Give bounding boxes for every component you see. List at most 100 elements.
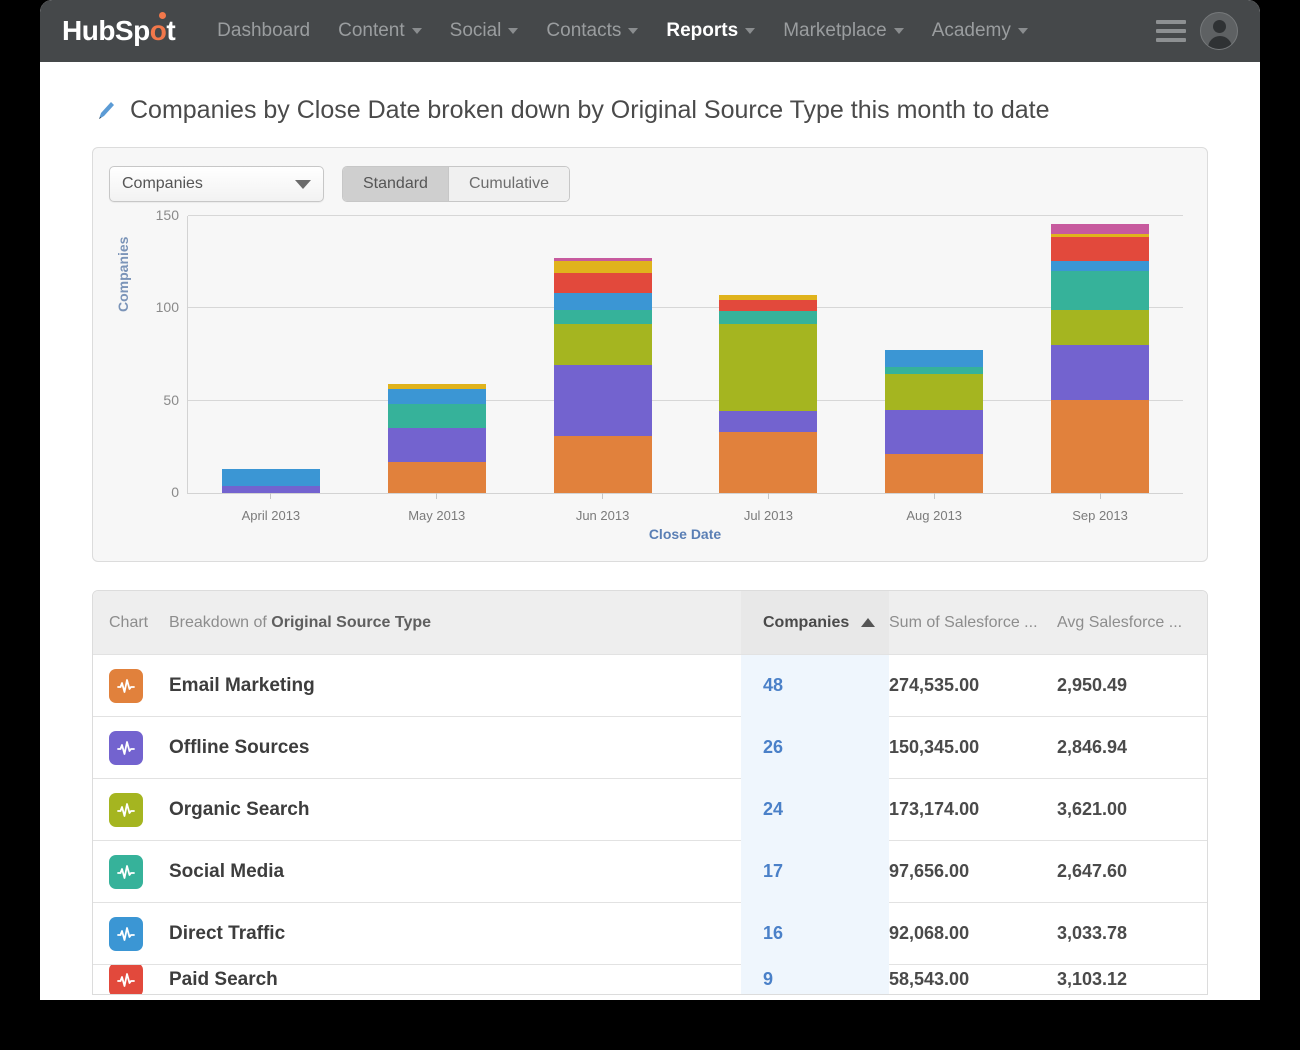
- table-row[interactable]: Direct Traffic1692,068.003,033.78: [93, 902, 1207, 964]
- bar-segment[interactable]: [388, 462, 486, 494]
- chevron-down-icon: [412, 28, 422, 34]
- bar-segment[interactable]: [388, 428, 486, 461]
- x-axis-tick-label: Jul 2013: [744, 508, 793, 523]
- bar-segment[interactable]: [885, 367, 983, 374]
- breakdown-prefix: Breakdown of: [169, 614, 271, 631]
- nav-item-reports[interactable]: Reports: [652, 0, 769, 62]
- bar-segment[interactable]: [554, 365, 652, 435]
- bar-column[interactable]: Sep 2013: [1017, 216, 1183, 493]
- bar-segment[interactable]: [719, 311, 817, 324]
- row-companies-value[interactable]: 9: [741, 964, 889, 994]
- edit-pencil-icon[interactable]: [96, 100, 116, 122]
- row-name-cell: Organic Search: [169, 799, 741, 821]
- row-chart-cell: [93, 793, 169, 827]
- tab-standard[interactable]: Standard: [343, 167, 448, 201]
- y-axis-tick: 50: [163, 392, 179, 408]
- bar-segment[interactable]: [1051, 345, 1149, 401]
- row-avg-value: 3,621.00: [1057, 799, 1207, 820]
- stacked-bar[interactable]: [719, 295, 817, 493]
- bar-segment[interactable]: [554, 293, 652, 310]
- nav-item-academy[interactable]: Academy: [918, 0, 1042, 62]
- hamburger-menu-icon[interactable]: [1156, 20, 1186, 42]
- row-avg-value: 2,846.94: [1057, 737, 1207, 758]
- table-row[interactable]: Offline Sources26150,345.002,846.94: [93, 716, 1207, 778]
- hubspot-logo[interactable]: HubSpot: [62, 15, 175, 47]
- user-avatar-icon[interactable]: [1200, 12, 1238, 50]
- pulse-chart-icon[interactable]: [109, 855, 143, 889]
- tab-cumulative[interactable]: Cumulative: [448, 167, 569, 201]
- bar-segment[interactable]: [554, 273, 652, 293]
- nav-item-content[interactable]: Content: [324, 0, 436, 62]
- stacked-bar[interactable]: [388, 384, 486, 493]
- row-companies-value[interactable]: 16: [741, 903, 889, 965]
- x-axis-tick-mark: [1100, 493, 1101, 499]
- bar-segment[interactable]: [1051, 237, 1149, 261]
- bar-segment[interactable]: [719, 411, 817, 431]
- stacked-bar[interactable]: [885, 350, 983, 493]
- nav-item-dashboard[interactable]: Dashboard: [203, 0, 324, 62]
- bar-segment[interactable]: [885, 454, 983, 493]
- row-companies-value[interactable]: 24: [741, 779, 889, 841]
- plot-canvas: 050100150 April 2013May 2013Jun 2013Jul …: [187, 216, 1183, 494]
- metric-select[interactable]: Companies: [109, 166, 324, 202]
- nav-item-label: Marketplace: [783, 20, 887, 42]
- nav-item-label: Social: [450, 20, 502, 42]
- bar-column[interactable]: April 2013: [188, 216, 354, 493]
- bar-column[interactable]: May 2013: [354, 216, 520, 493]
- bar-segment[interactable]: [1051, 261, 1149, 270]
- bar-segment[interactable]: [885, 410, 983, 454]
- bar-segment[interactable]: [554, 324, 652, 365]
- pulse-chart-icon[interactable]: [109, 669, 143, 703]
- bar-segment[interactable]: [885, 350, 983, 367]
- bar-segment[interactable]: [388, 404, 486, 428]
- bar-column[interactable]: Jul 2013: [685, 216, 851, 493]
- bar-column[interactable]: Aug 2013: [851, 216, 1017, 493]
- bar-segment[interactable]: [554, 436, 652, 493]
- row-name-cell: Paid Search: [169, 969, 741, 991]
- logo-text-prefix: HubSp: [62, 15, 150, 46]
- bar-segment[interactable]: [885, 374, 983, 409]
- hamburger-bar: [1156, 29, 1186, 33]
- bar-segment[interactable]: [388, 389, 486, 404]
- pulse-chart-icon[interactable]: [109, 964, 143, 994]
- bar-segment[interactable]: [222, 469, 320, 486]
- bar-segment[interactable]: [222, 486, 320, 493]
- stacked-bar[interactable]: [554, 258, 652, 493]
- bar-column[interactable]: Jun 2013: [520, 216, 686, 493]
- nav-item-marketplace[interactable]: Marketplace: [769, 0, 918, 62]
- table-row[interactable]: Social Media1797,656.002,647.60: [93, 840, 1207, 902]
- bar-segment[interactable]: [1051, 271, 1149, 310]
- table-row[interactable]: Organic Search24173,174.003,621.00: [93, 778, 1207, 840]
- bar-segment[interactable]: [1051, 400, 1149, 493]
- table-row[interactable]: Email Marketing48274,535.002,950.49: [93, 654, 1207, 716]
- chart-mode-toggle: Standard Cumulative: [342, 166, 570, 202]
- pulse-chart-icon[interactable]: [109, 731, 143, 765]
- pulse-chart-icon[interactable]: [109, 917, 143, 951]
- table-row[interactable]: Paid Search958,543.003,103.12: [93, 964, 1207, 994]
- bar-segment[interactable]: [719, 432, 817, 493]
- bar-segment[interactable]: [1051, 224, 1149, 233]
- row-companies-value[interactable]: 48: [741, 655, 889, 717]
- hamburger-bar: [1156, 20, 1186, 24]
- stacked-bar[interactable]: [1051, 224, 1149, 493]
- bar-segment[interactable]: [719, 300, 817, 311]
- col-header-sum: Sum of Salesforce ...: [889, 614, 1057, 632]
- x-axis-tick-mark: [768, 493, 769, 499]
- bar-segment[interactable]: [554, 310, 652, 325]
- logo-text-suffix: t: [166, 15, 175, 46]
- chevron-down-icon: [628, 28, 638, 34]
- stacked-bar[interactable]: [222, 469, 320, 493]
- nav-item-social[interactable]: Social: [436, 0, 533, 62]
- plot-area: Companies 050100150 April 2013May 2013Ju…: [109, 216, 1191, 546]
- row-companies-value[interactable]: 26: [741, 717, 889, 779]
- bar-segment[interactable]: [719, 324, 817, 411]
- bar-segment[interactable]: [554, 261, 652, 272]
- nav-item-contacts[interactable]: Contacts: [532, 0, 652, 62]
- y-axis-tick: 0: [171, 484, 179, 500]
- row-companies-value[interactable]: 17: [741, 841, 889, 903]
- col-header-companies[interactable]: Companies: [741, 591, 889, 654]
- row-sum-value: 58,543.00: [889, 969, 1057, 990]
- x-axis-tick-label: May 2013: [408, 508, 465, 523]
- pulse-chart-icon[interactable]: [109, 793, 143, 827]
- bar-segment[interactable]: [1051, 310, 1149, 345]
